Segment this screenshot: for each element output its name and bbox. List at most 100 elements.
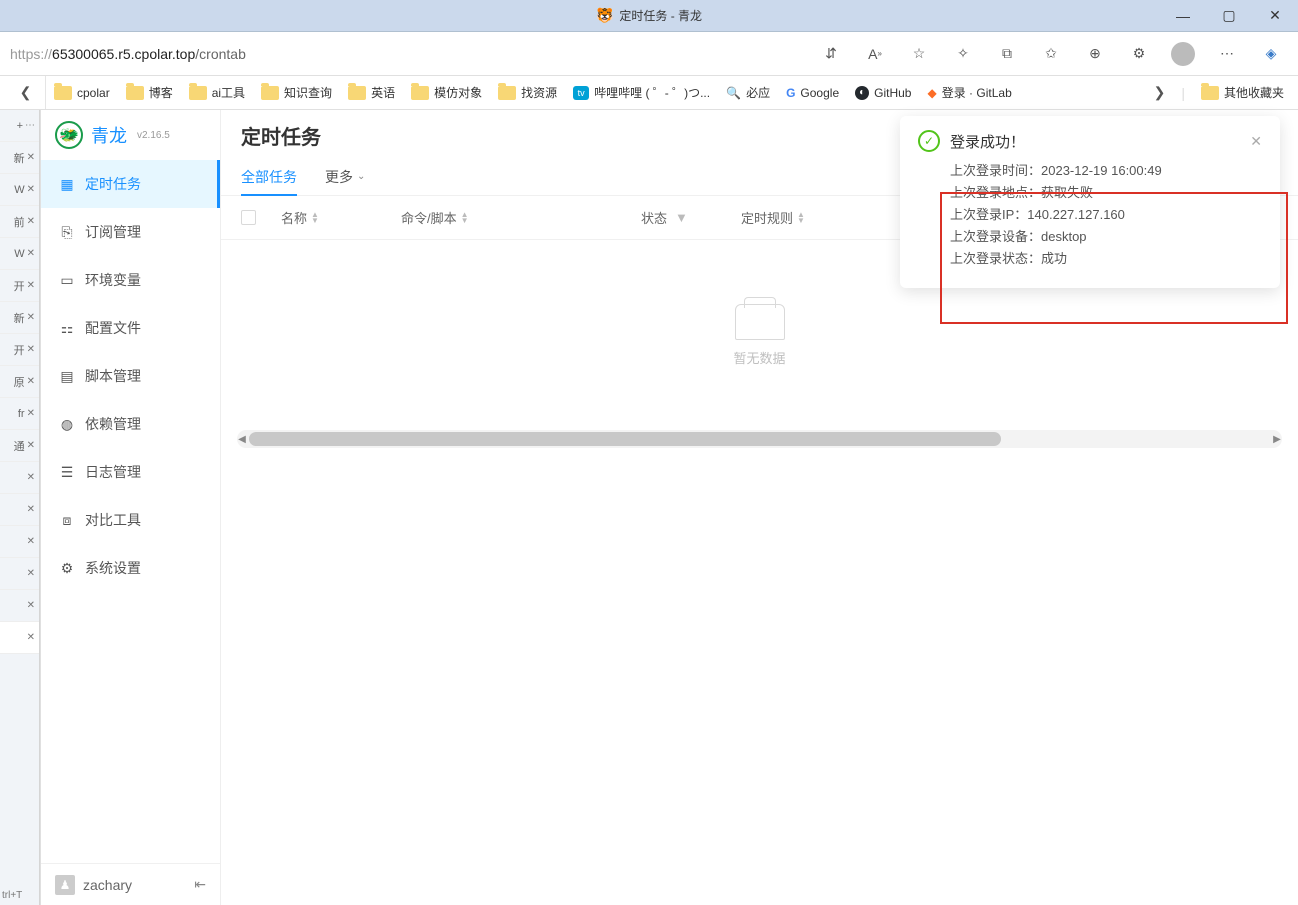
tab-more[interactable]: 更多⌄ [325,160,365,196]
notification-title: 登录成功！ [950,131,1025,152]
vertical-tab-item[interactable]: 新✕ [0,302,39,334]
folder-icon [189,86,207,100]
favorite-star-icon[interactable]: ☆ [902,39,936,69]
vertical-tab-item[interactable]: W✕ [0,238,39,270]
vertical-tab-item[interactable]: 开✕ [0,270,39,302]
bilibili-icon: tv [573,86,589,100]
favorites-icon[interactable]: ✩ [1034,39,1068,69]
bookmark-knowledge[interactable]: 知识查询 [253,80,340,105]
scroll-left-icon[interactable]: ◀ [235,430,249,448]
tab-all-tasks[interactable]: 全部任务 [241,160,297,196]
gitlab-icon: ◆ [927,86,936,100]
bookmark-github[interactable]: ◐GitHub [847,82,919,104]
folder-icon [1201,86,1219,100]
bookmark-resources[interactable]: 找资源 [490,80,565,105]
sidebar-item-diff[interactable]: ⧈对比工具 [41,496,220,544]
folder-icon [348,86,366,100]
sidebar-item-subscription[interactable]: ⎘订阅管理 [41,208,220,256]
filter-icon[interactable]: ▼ [675,210,688,225]
column-status[interactable]: 状态▼ [641,208,741,227]
bookmark-blog[interactable]: 博客 [118,80,181,105]
vertical-tab-item[interactable]: fr✕ [0,398,39,430]
horizontal-scrollbar[interactable]: ◀ ▶ [237,430,1282,448]
sort-icon: ▲▼ [461,212,469,224]
vertical-tab-item[interactable]: 原✕ [0,366,39,398]
user-avatar-icon[interactable]: ♟ [55,875,75,895]
vertical-tab-item[interactable]: 开✕ [0,334,39,366]
sidebar-collapse-button[interactable]: ⇤ [194,876,206,893]
content-area: 定时任务 🔍 创建任务 全部任务 更多⌄ 名称▲▼ [221,110,1298,905]
more-menu-icon[interactable]: ⋯ [1210,39,1244,69]
bookmark-english[interactable]: 英语 [340,80,403,105]
scrollbar-thumb[interactable] [249,432,1001,446]
window-titlebar: 🐯 定时任务 - 青龙 ― ▢ ✕ [0,0,1298,32]
folder-icon [411,86,429,100]
bookmark-bing[interactable]: 🔍必应 [718,80,778,105]
select-all-checkbox[interactable] [241,210,256,225]
sidebar-footer: ♟ zachary ⇤ [41,863,220,905]
vertical-tab-item[interactable]: ✕ [0,558,39,590]
terminal-icon: ▭ [59,272,75,288]
sidebar-item-settings[interactable]: ⚙系统设置 [41,544,220,592]
notification-close-button[interactable]: ✕ [1250,133,1262,150]
browser-address-bar[interactable]: https:// 65300065.r5.cpolar.top /crontab… [0,32,1298,76]
bookmark-bilibili[interactable]: tv哔哩哔哩 ( ゜- ゜)つ... [565,80,718,105]
bookmarks-overflow-button[interactable]: ❯ [1146,84,1174,101]
sort-icon: ▲▼ [311,212,319,224]
window-close-button[interactable]: ✕ [1252,0,1298,32]
column-name[interactable]: 名称▲▼ [281,208,401,227]
vertical-tab-item[interactable]: ✕ [0,462,39,494]
brand-name: 青龙 [91,122,127,148]
scroll-right-icon[interactable]: ▶ [1270,430,1284,448]
performance-icon[interactable]: ⚙ [1122,39,1156,69]
vertical-tab-item[interactable]: ✕ [0,526,39,558]
profile-avatar[interactable] [1166,39,1200,69]
tab-panel-collapse-button[interactable]: ❮ [6,76,46,109]
vertical-tab-item[interactable]: 前✕ [0,206,39,238]
read-aloud-icon[interactable]: A» [858,39,892,69]
column-command[interactable]: 命令/脚本▲▼ [401,208,641,227]
bookmark-google[interactable]: GGoogle [778,82,847,104]
vertical-tab-item[interactable]: W✕ [0,174,39,206]
bookmark-cpolar[interactable]: cpolar [46,82,118,104]
code-icon: ▤ [59,368,75,384]
url-path: /crontab [195,46,246,62]
bookmark-gitlab[interactable]: ◆登录 · GitLab [919,80,1019,105]
sidebar-item-crontab[interactable]: ▦定时任务 [41,160,220,208]
login-success-notification: ✓ 登录成功！ ✕ 上次登录时间：2023-12-19 16:00:49 上次登… [900,116,1280,288]
bookmark-other-folder[interactable]: 其他收藏夹 [1193,80,1292,105]
diff-icon: ⧈ [59,512,75,528]
brand-logo-icon: 🐲 [55,121,83,149]
subscription-icon: ⎘ [59,224,75,240]
vertical-tab-item-active[interactable]: ✕ [0,622,39,654]
split-screen-icon[interactable]: ⧉ [990,39,1024,69]
github-icon: ◐ [855,86,869,100]
vertical-tab-item[interactable]: ✕ [0,494,39,526]
vertical-tab-item[interactable]: 新✕ [0,142,39,174]
page-title: 定时任务 [241,121,321,150]
package-icon: ◍ [59,416,75,432]
folder-icon [498,86,516,100]
sidebar-item-scripts[interactable]: ▤脚本管理 [41,352,220,400]
bookmark-imitate[interactable]: 模仿对象 [403,80,490,105]
notif-last-login-time: 上次登录时间：2023-12-19 16:00:49 [950,160,1262,182]
sidebar-item-dependencies[interactable]: ◍依赖管理 [41,400,220,448]
gear-icon: ⚙ [59,560,75,576]
notif-last-login-location: 上次登录地点：获取失败 [950,182,1262,204]
url-host: 65300065.r5.cpolar.top [52,46,195,62]
copilot-icon[interactable]: ◈ [1254,39,1288,69]
sidebar-item-logs[interactable]: ☰日志管理 [41,448,220,496]
window-minimize-button[interactable]: ― [1160,0,1206,32]
vertical-tab-item[interactable]: 通✕ [0,430,39,462]
vertical-tab-item[interactable]: ✕ [0,590,39,622]
calendar-icon: ▦ [59,176,75,192]
bookmark-ai-tools[interactable]: ai工具 [181,80,253,105]
translate-icon[interactable]: ⇵ [814,39,848,69]
extension-icon[interactable]: ✧ [946,39,980,69]
collections-icon[interactable]: ⊕ [1078,39,1112,69]
sidebar-item-env[interactable]: ▭环境变量 [41,256,220,304]
window-maximize-button[interactable]: ▢ [1206,0,1252,32]
column-cron[interactable]: 定时规则▲▼ [741,208,881,227]
vertical-tab-add[interactable]: +⋯ [0,110,39,142]
sidebar-item-config[interactable]: ⚏配置文件 [41,304,220,352]
